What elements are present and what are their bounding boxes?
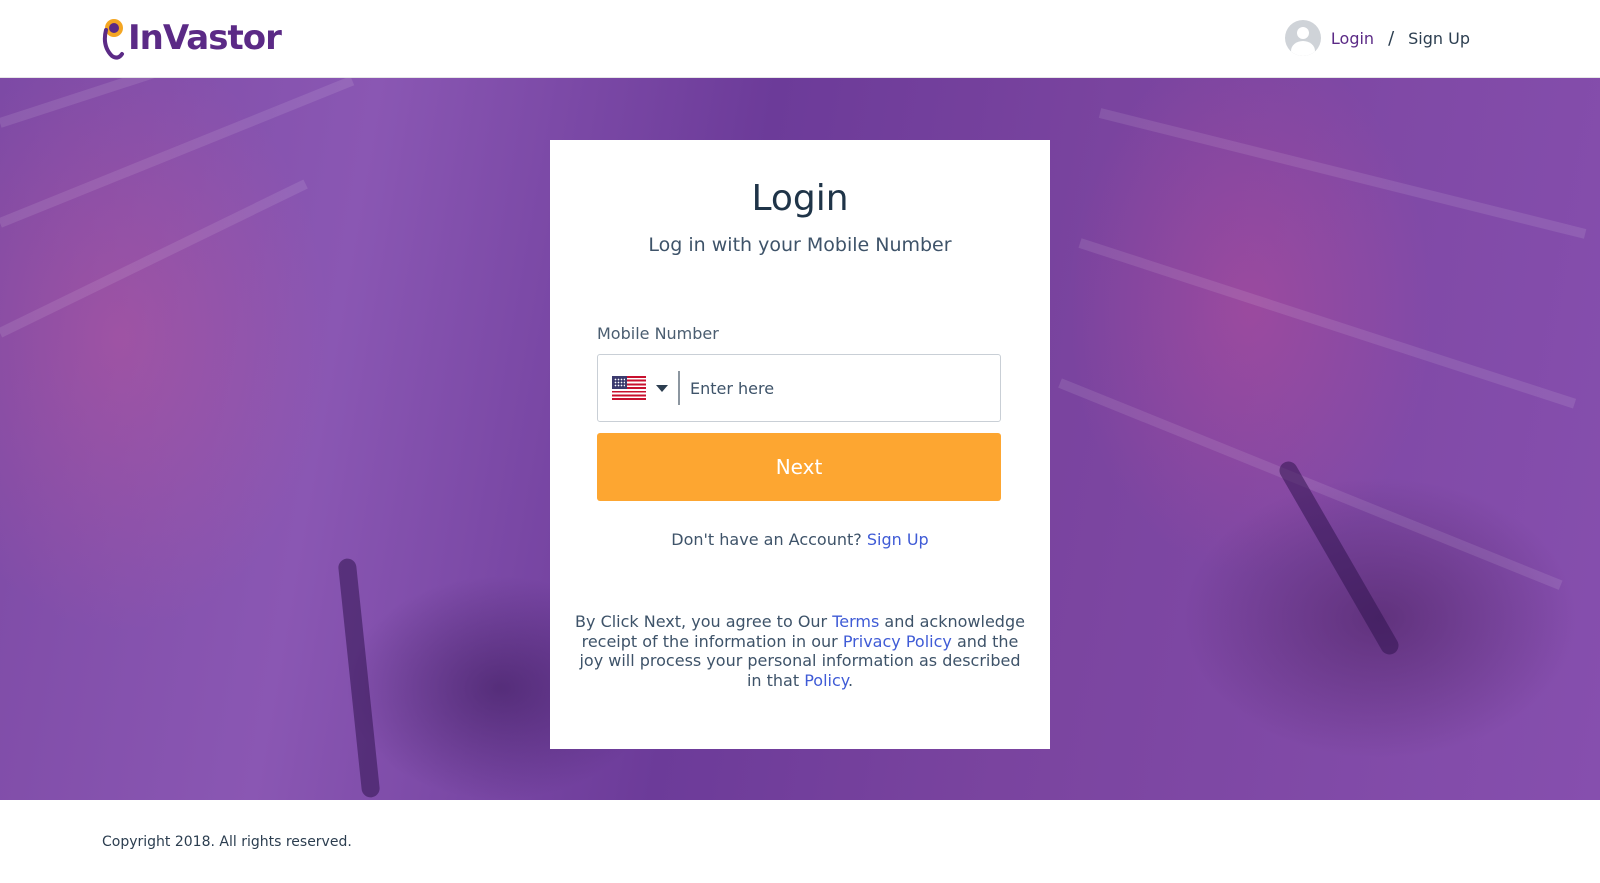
shelf-decoration [1058, 378, 1563, 590]
login-subtitle: Log in with your Mobile Number [648, 234, 952, 256]
user-avatar-icon[interactable] [1284, 20, 1321, 56]
logo-text: InVastor [128, 18, 282, 58]
us-flag-icon[interactable] [612, 376, 646, 400]
cart-handle-decoration [337, 557, 381, 799]
legal-text-4: . [847, 670, 854, 690]
mobile-number-field [597, 354, 1001, 422]
header-signup-link[interactable]: Sign Up [1408, 29, 1470, 48]
shelf-decoration [1078, 238, 1577, 409]
copyright-text: Copyright 2018. All rights reserved. [102, 834, 352, 850]
invastor-logo[interactable]: InVastor [100, 16, 282, 60]
no-account-text: Don't have an Account? [671, 530, 862, 549]
phone-number-input[interactable] [680, 355, 1000, 421]
login-title: Login [751, 178, 849, 219]
card-signup-link[interactable]: Sign Up [867, 530, 929, 549]
shelf-decoration [1098, 108, 1587, 239]
legal-text-1: By Click Next, you agree to Our [575, 612, 833, 631]
no-account-prompt: Don't have an Account? Sign Up [550, 530, 1050, 549]
top-navbar: InVastor Login / Sign Up [0, 0, 1600, 78]
logo-mark-icon [102, 19, 124, 60]
privacy-policy-link[interactable]: Privacy Policy [843, 632, 952, 651]
legal-notice: By Click Next, you agree to Our Terms an… [570, 612, 1030, 690]
terms-link[interactable]: Terms [832, 612, 879, 631]
header-login-link[interactable]: Login [1331, 29, 1374, 48]
header-separator: / [1388, 27, 1395, 49]
next-button[interactable]: Next [597, 433, 1001, 501]
account-links: Login / Sign Up [1284, 20, 1470, 56]
mobile-number-label: Mobile Number [597, 324, 719, 343]
chevron-down-icon[interactable] [656, 384, 668, 392]
cart-handle-decoration [1276, 458, 1402, 658]
policy-link[interactable]: Policy [804, 671, 848, 690]
